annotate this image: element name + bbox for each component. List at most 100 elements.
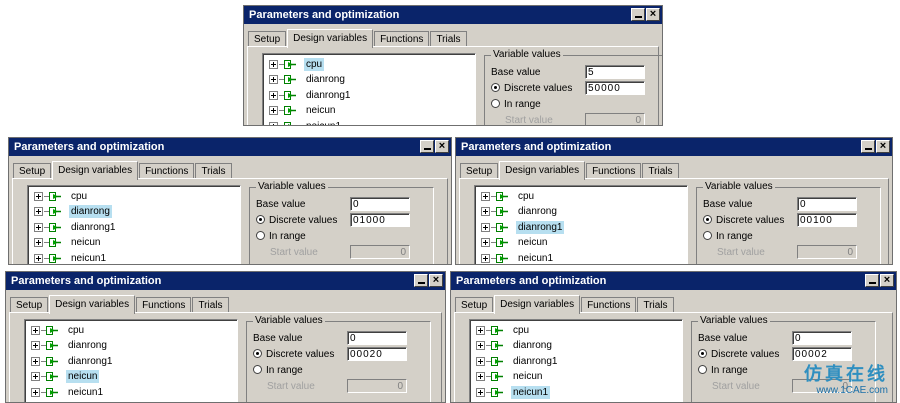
tree-item-neicun1[interactable]: neicun1 [34, 251, 108, 264]
base-value-input[interactable]: 5 [585, 65, 645, 79]
tab-trials[interactable]: Trials [430, 31, 467, 47]
in-range-radio[interactable] [256, 231, 265, 240]
discrete-values-option[interactable]: Discrete values [253, 348, 334, 361]
discrete-values-input[interactable]: 50000 [585, 81, 645, 95]
tree-item-neicun1[interactable]: neicun1 [31, 385, 105, 399]
expand-icon[interactable] [269, 75, 278, 84]
tab-design-variables[interactable]: Design variables [494, 295, 581, 314]
tree-item-dianrong[interactable]: dianrong [269, 73, 347, 87]
tab-design-variables[interactable]: Design variables [287, 29, 374, 48]
tree-item-neicun[interactable]: neicun [481, 236, 549, 250]
tree-item-cpu[interactable]: cpu [269, 57, 325, 71]
discrete-values-option[interactable]: Discrete values [703, 214, 784, 227]
in-range-radio[interactable] [491, 99, 500, 108]
minimize-button[interactable] [865, 274, 879, 287]
discrete-values-option[interactable]: Discrete values [491, 82, 572, 95]
tree-item-dianrong[interactable]: dianrong [481, 205, 559, 219]
tree-item-neicun[interactable]: neicun [34, 236, 102, 250]
expand-icon[interactable] [476, 356, 485, 366]
variables-tree[interactable]: cpu dianrong dianrong1 neicun neicun1 [262, 53, 476, 125]
expand-icon[interactable] [269, 106, 278, 115]
tab-setup[interactable]: Setup [10, 297, 49, 313]
expand-icon[interactable] [31, 341, 40, 350]
tree-item-dianrong1[interactable]: dianrong1 [31, 354, 114, 368]
tree-item-cpu[interactable]: cpu [31, 323, 86, 337]
variables-tree[interactable]: cpu dianrong dianrong1 neicun neicun1 [27, 185, 241, 264]
title-bar[interactable]: Parameters and optimization × [9, 138, 451, 156]
discrete-values-radio[interactable] [491, 83, 500, 92]
tab-design-variables[interactable]: Design variables [49, 295, 136, 314]
expand-icon[interactable] [481, 191, 490, 201]
close-button[interactable]: × [880, 274, 894, 287]
expand-icon[interactable] [481, 238, 490, 247]
tree-item-neicun1[interactable]: neicun1 [481, 251, 555, 264]
minimize-button[interactable] [631, 8, 645, 21]
tab-trials[interactable]: Trials [192, 297, 229, 313]
tab-functions[interactable]: Functions [581, 297, 637, 313]
tree-item-cpu[interactable]: cpu [481, 189, 536, 203]
tree-item-cpu[interactable]: cpu [34, 189, 89, 203]
variables-tree[interactable]: cpu dianrong dianrong1 neicun neicun1 [24, 319, 238, 402]
expand-icon[interactable] [31, 387, 40, 397]
tree-item-neicun[interactable]: neicun [476, 370, 544, 384]
expand-icon[interactable] [34, 222, 43, 232]
in-range-radio[interactable] [253, 365, 262, 374]
expand-icon[interactable] [34, 207, 43, 216]
tab-functions[interactable]: Functions [136, 297, 192, 313]
minimize-button[interactable] [861, 140, 875, 153]
in-range-option[interactable]: In range [256, 230, 306, 243]
in-range-option[interactable]: In range [253, 364, 303, 377]
tab-trials[interactable]: Trials [637, 297, 674, 313]
tree-item-dianrong[interactable]: dianrong [31, 339, 109, 353]
base-value-input[interactable]: 0 [347, 331, 407, 345]
expand-icon[interactable] [481, 222, 490, 232]
tree-item-neicun1[interactable]: neicun1 [476, 385, 551, 399]
expand-icon[interactable] [34, 253, 43, 263]
discrete-values-radio[interactable] [698, 349, 707, 358]
tree-item-dianrong1[interactable]: dianrong1 [34, 220, 117, 234]
expand-icon[interactable] [34, 191, 43, 201]
close-button[interactable]: × [876, 140, 890, 153]
tab-setup[interactable]: Setup [13, 163, 52, 179]
tab-trials[interactable]: Trials [195, 163, 232, 179]
tab-setup[interactable]: Setup [455, 297, 494, 313]
in-range-option[interactable]: In range [491, 98, 541, 111]
tree-item-neicun[interactable]: neicun [269, 104, 337, 118]
tab-setup[interactable]: Setup [460, 163, 499, 179]
expand-icon[interactable] [269, 59, 278, 69]
expand-icon[interactable] [481, 253, 490, 263]
expand-icon[interactable] [31, 325, 40, 335]
title-bar[interactable]: Parameters and optimization × [456, 138, 892, 156]
tab-functions[interactable]: Functions [139, 163, 195, 179]
tab-functions[interactable]: Functions [374, 31, 430, 47]
expand-icon[interactable] [31, 372, 40, 381]
tree-item-neicun[interactable]: neicun [31, 370, 100, 384]
tree-item-cpu[interactable]: cpu [476, 323, 531, 337]
expand-icon[interactable] [476, 387, 485, 397]
discrete-values-input[interactable]: 00002 [792, 347, 852, 361]
discrete-values-input[interactable]: 01000 [350, 213, 410, 227]
base-value-input[interactable]: 0 [797, 197, 857, 211]
tree-item-dianrong[interactable]: dianrong [34, 205, 112, 219]
in-range-radio[interactable] [703, 231, 712, 240]
tree-item-dianrong1[interactable]: dianrong1 [476, 354, 559, 368]
base-value-input[interactable]: 0 [350, 197, 410, 211]
tab-setup[interactable]: Setup [248, 31, 287, 47]
title-bar[interactable]: Parameters and optimization × [451, 272, 896, 290]
expand-icon[interactable] [31, 356, 40, 366]
in-range-radio[interactable] [698, 365, 707, 374]
tree-item-dianrong1[interactable]: dianrong1 [269, 88, 352, 102]
variables-tree[interactable]: cpu dianrong dianrong1 neicun neicun1 [469, 319, 683, 402]
discrete-values-input[interactable]: 00020 [347, 347, 407, 361]
close-button[interactable]: × [435, 140, 449, 153]
discrete-values-radio[interactable] [703, 215, 712, 224]
close-button[interactable]: × [429, 274, 443, 287]
discrete-values-option[interactable]: Discrete values [698, 348, 779, 361]
tree-item-neicun1[interactable]: neicun1 [269, 119, 343, 125]
discrete-values-radio[interactable] [253, 349, 262, 358]
base-value-input[interactable]: 0 [792, 331, 852, 345]
expand-icon[interactable] [476, 341, 485, 350]
tab-trials[interactable]: Trials [642, 163, 679, 179]
discrete-values-radio[interactable] [256, 215, 265, 224]
variables-tree[interactable]: cpu dianrong dianrong1 neicun neicun1 [474, 185, 688, 264]
